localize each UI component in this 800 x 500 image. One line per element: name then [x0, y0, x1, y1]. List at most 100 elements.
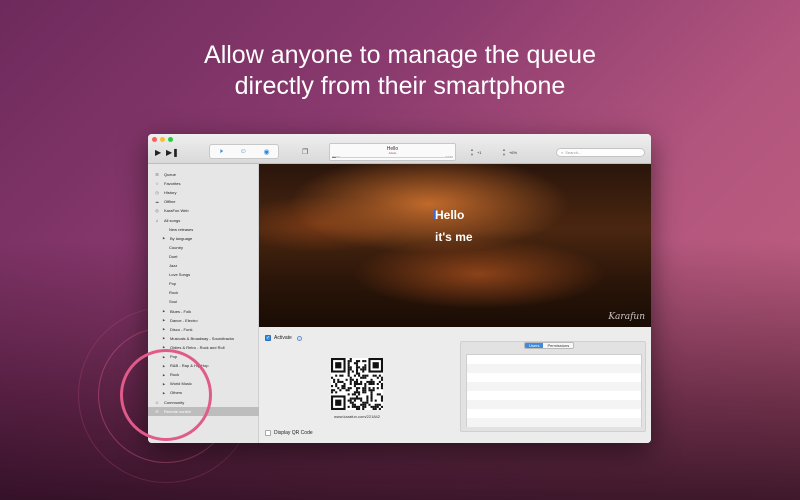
- sidebar-item-offline[interactable]: ☁ Offline: [148, 197, 259, 206]
- key-value: +1: [476, 149, 482, 155]
- sidebar-item-dance-electro[interactable]: ▶ Dance - Electro: [148, 316, 259, 325]
- qr-url: www.karafun.com/221842: [333, 414, 381, 419]
- sidebar-item-rock[interactable]: Rock: [148, 288, 259, 297]
- window-controls: [152, 137, 173, 142]
- display-qr-option[interactable]: Display QR Code: [265, 430, 313, 436]
- second-screen-icon[interactable]: ❐: [302, 148, 308, 156]
- sidebar-item-label: Dance - Electro: [170, 317, 198, 323]
- search-field[interactable]: ⌕ Search...: [556, 148, 645, 157]
- progress-fill: [332, 156, 336, 158]
- users-panel: Users Permissions: [460, 341, 646, 432]
- sidebar-item-label: Rock: [169, 290, 179, 296]
- sidebar-item-blues-folk[interactable]: ▶ Blues - Folk: [148, 307, 259, 316]
- activate-label: Activate: [274, 335, 292, 341]
- info-icon[interactable]: i: [296, 335, 302, 341]
- users-tabs: Users Permissions: [524, 342, 575, 349]
- users-list[interactable]: [466, 354, 642, 427]
- key-stepper[interactable]: ▲ ▼ +1: [470, 143, 482, 161]
- sidebar-item-favorites[interactable]: ☆ Favorites: [148, 179, 259, 188]
- sidebar-item-disco-funk[interactable]: ▶ Disco - Funk: [148, 325, 259, 334]
- karafun-logo: Karafun: [608, 312, 645, 322]
- search-icon: ⌕: [561, 150, 564, 155]
- sidebar-item-label: History: [164, 190, 177, 196]
- headline-line-2: directly from their smartphone: [234, 72, 566, 100]
- list-item: [467, 364, 641, 373]
- music-icon: ♫: [155, 217, 159, 223]
- list-item: [467, 355, 641, 364]
- disclosure-triangle-icon[interactable]: ▶: [161, 236, 167, 240]
- list-item: [467, 373, 641, 382]
- list-item: [467, 418, 641, 427]
- sidebar-item-label: Oldies & Retro - Rock and Roll: [170, 344, 225, 350]
- skip-next-icon[interactable]: ▶❚: [166, 148, 179, 157]
- sidebar-item-label: KaraFun Web: [164, 208, 189, 214]
- sidebar-item-history[interactable]: ◷ History: [148, 188, 259, 197]
- sidebar-item-label: All songs: [164, 217, 181, 223]
- zoom-window-button[interactable]: [168, 137, 173, 142]
- disclosure-triangle-icon[interactable]: ▶: [161, 336, 167, 340]
- sidebar-item-label: Love Songs: [169, 272, 191, 278]
- tempo-stepper[interactable]: ▲ ▼ +6%: [502, 143, 517, 161]
- sidebar-item-label: Duet: [169, 253, 178, 259]
- people-icon[interactable]: ☺: [240, 148, 247, 155]
- sidebar-item-queue[interactable]: ☰ Queue: [148, 170, 259, 179]
- sidebar-item-label: Offline: [164, 199, 176, 205]
- sidebar-item-duet[interactable]: Duet: [148, 252, 259, 261]
- speaker-icon[interactable]: 🕨: [218, 148, 222, 156]
- minimize-window-button[interactable]: [160, 137, 165, 142]
- tab-users[interactable]: Users: [525, 343, 544, 348]
- clock-icon: ◷: [155, 190, 159, 196]
- tab-permissions[interactable]: Permissions: [543, 343, 574, 348]
- sidebar-item-label: Blues - Folk: [170, 308, 192, 314]
- sidebar-item-country[interactable]: Country: [148, 243, 259, 252]
- star-icon: ☆: [155, 181, 159, 187]
- progress-bar[interactable]: [332, 156, 453, 158]
- sidebar-item-karafun-web[interactable]: ◎ KaraFun Web: [148, 206, 259, 215]
- tempo-down-icon[interactable]: ▼: [502, 152, 506, 157]
- sidebar-item-musicals-broadway-soundtracks[interactable]: ▶ Musicals & Broadway - Soundtracks: [148, 334, 259, 343]
- search-placeholder: Search...: [565, 150, 582, 155]
- display-qr-checkbox[interactable]: [265, 430, 271, 436]
- disclosure-triangle-icon[interactable]: ▶: [161, 327, 167, 331]
- cloud-icon: ☁: [155, 199, 159, 205]
- list-item: [467, 382, 641, 391]
- activate-checkbox[interactable]: ✓: [265, 335, 271, 341]
- sidebar-item-pop[interactable]: Pop: [148, 279, 259, 288]
- queue-icon: ☰: [155, 172, 159, 177]
- toolbar: ▶ ▶❚ 🕨 ☺ ◉ ❐ Hello Adele 00:00 -04:52 ▲▼…: [148, 134, 651, 164]
- sidebar-item-jazz[interactable]: Jazz: [148, 261, 259, 270]
- activate-option[interactable]: ✓ Activate i: [265, 335, 302, 341]
- tempo-value: +6%: [508, 149, 518, 155]
- disclosure-triangle-icon[interactable]: ▶: [161, 309, 167, 313]
- disclosure-triangle-icon[interactable]: ▶: [161, 318, 167, 322]
- sidebar-item-love-songs[interactable]: Love Songs: [148, 270, 259, 279]
- sidebar-item-label: New releases: [169, 226, 194, 232]
- sidebar-item-label: Musicals & Broadway - Soundtracks: [170, 335, 235, 341]
- lyric-line-2: it's me: [435, 230, 473, 244]
- sidebar-item-label: By language: [170, 235, 193, 241]
- play-icon[interactable]: ▶: [155, 148, 161, 157]
- sidebar-item-label: Disco - Funk: [170, 326, 193, 332]
- sidebar-item-label: Soul: [169, 299, 178, 305]
- player-tools: 🕨 ☺ ◉: [209, 144, 279, 159]
- sidebar-item-label: Jazz: [169, 263, 178, 268]
- sidebar-item-label: Queue: [164, 172, 177, 177]
- app-window: ▶ ▶❚ 🕨 ☺ ◉ ❐ Hello Adele 00:00 -04:52 ▲▼…: [148, 134, 651, 443]
- sidebar-item-new-releases[interactable]: New releases: [148, 225, 259, 234]
- highlight-ring-inner: [120, 349, 212, 441]
- sidebar-item-all-songs[interactable]: ♫ All songs: [148, 216, 259, 225]
- singer-icon[interactable]: ◉: [263, 148, 269, 156]
- sidebar-item-by-language[interactable]: ▶ By language: [148, 234, 259, 243]
- list-item: [467, 409, 641, 418]
- karaoke-video: Hello it's me Karafun: [259, 164, 651, 327]
- sidebar-item-label: Favorites: [164, 181, 181, 187]
- list-item: [467, 391, 641, 400]
- globe-icon: ◎: [155, 208, 159, 214]
- sidebar-item-soul[interactable]: Soul: [148, 297, 259, 306]
- now-playing-artist: Adele: [388, 151, 397, 155]
- now-playing-display: Hello Adele 00:00 -04:52: [329, 143, 456, 161]
- close-window-button[interactable]: [152, 137, 157, 142]
- display-qr-label: Display QR Code: [274, 430, 313, 436]
- qr-code: [331, 358, 383, 410]
- key-down-icon[interactable]: ▼: [470, 152, 474, 157]
